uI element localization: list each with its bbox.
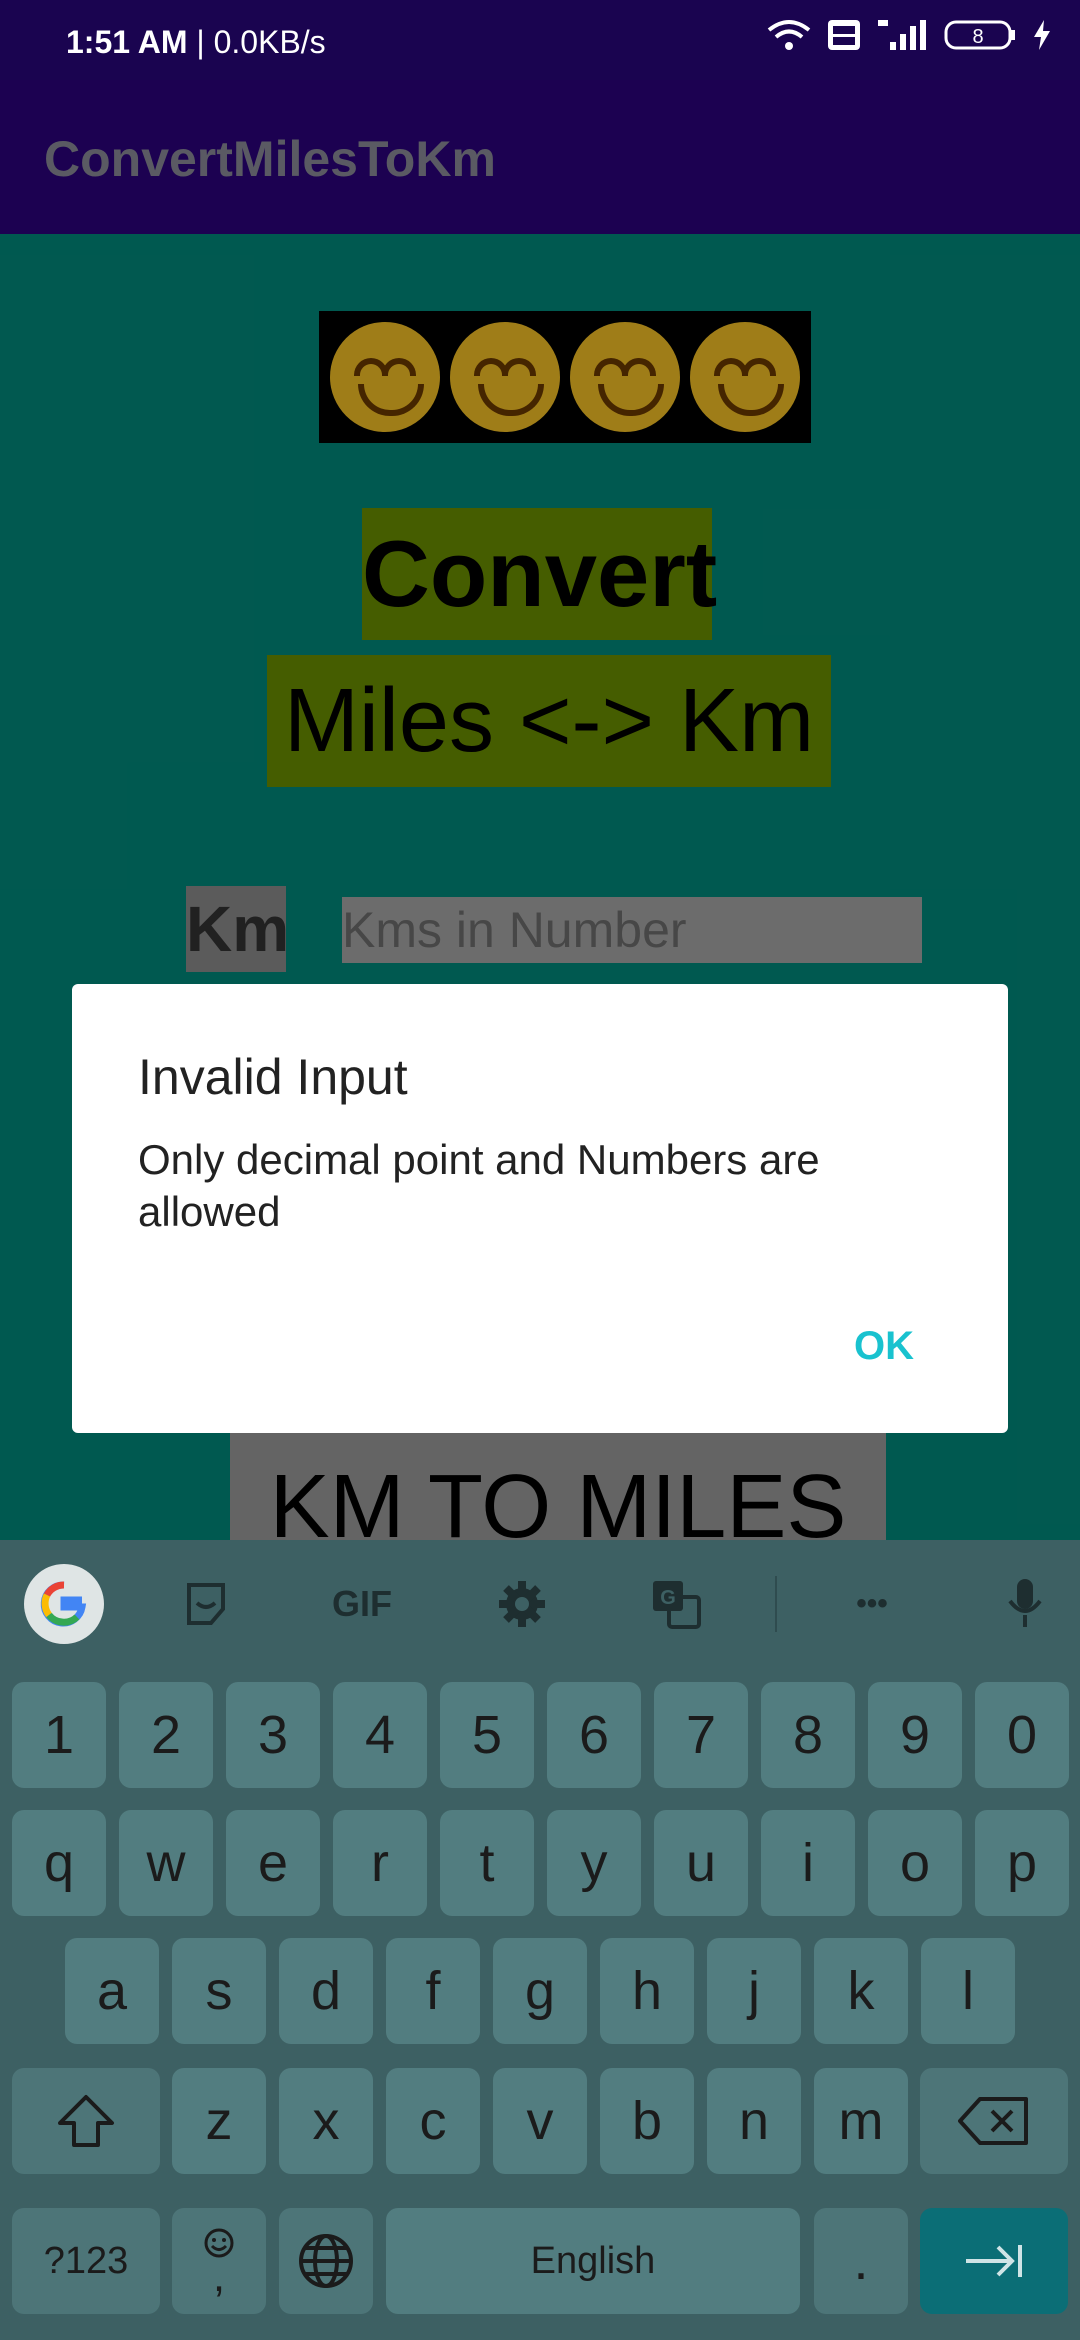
key-s[interactable]: s <box>172 1938 266 2044</box>
key-y[interactable]: y <box>547 1810 641 1916</box>
charging-icon <box>1034 20 1050 50</box>
key-m[interactable]: m <box>814 2068 908 2174</box>
key-p[interactable]: p <box>975 1810 1069 1916</box>
key-5[interactable]: 5 <box>440 1682 534 1788</box>
language-key[interactable] <box>279 2208 373 2314</box>
comma-label: , <box>212 2252 226 2301</box>
key-7[interactable]: 7 <box>654 1682 748 1788</box>
key-a[interactable]: a <box>65 1938 159 2044</box>
key-f[interactable]: f <box>386 1938 480 2044</box>
battery-level: 8 <box>972 26 983 48</box>
key-t[interactable]: t <box>440 1810 534 1916</box>
dialog-message: Only decimal point and Numbers are allow… <box>138 1136 820 1235</box>
keyboard: GIF G ••• 1 2 3 4 5 6 7 8 9 0 q w e r t … <box>0 1540 1080 2340</box>
key-w[interactable]: w <box>119 1810 213 1916</box>
dialog-ok-button[interactable]: OK <box>854 1324 914 1369</box>
status-icons: 8 <box>766 18 1052 52</box>
microphone-icon[interactable] <box>990 1568 1060 1640</box>
svg-text:G: G <box>660 1587 676 1609</box>
key-r[interactable]: r <box>333 1810 427 1916</box>
key-x[interactable]: x <box>279 2068 373 2174</box>
key-1[interactable]: 1 <box>12 1682 106 1788</box>
shift-icon <box>58 2095 114 2147</box>
backspace-icon <box>958 2097 1028 2145</box>
shift-key[interactable] <box>12 2068 160 2174</box>
settings-gear-icon[interactable] <box>486 1568 558 1640</box>
key-6[interactable]: 6 <box>547 1682 641 1788</box>
key-j[interactable]: j <box>707 1938 801 2044</box>
next-arrow-icon <box>966 2245 1022 2277</box>
network-speed: | 0.0KB/s <box>196 24 326 60</box>
globe-icon <box>299 2234 353 2288</box>
key-d[interactable]: d <box>279 1938 373 2044</box>
backspace-key[interactable] <box>920 2068 1068 2174</box>
keyboard-toolbar: GIF G ••• <box>0 1540 1080 1668</box>
period-key[interactable]: . <box>814 2208 908 2314</box>
key-i[interactable]: i <box>761 1810 855 1916</box>
wifi-icon <box>767 20 811 50</box>
key-h[interactable]: h <box>600 1938 694 2044</box>
volte-icon <box>828 20 860 50</box>
key-k[interactable]: k <box>814 1938 908 2044</box>
key-g[interactable]: g <box>493 1938 587 2044</box>
battery-icon: 8 <box>944 20 1015 50</box>
symbols-key[interactable]: ?123 <box>12 2208 160 2314</box>
enter-key[interactable] <box>920 2208 1068 2314</box>
key-e[interactable]: e <box>226 1810 320 1916</box>
status-bar: 1:51 AM | 0.0KB/s 8 <box>0 0 1080 80</box>
key-u[interactable]: u <box>654 1810 748 1916</box>
toolbar-divider <box>775 1576 777 1632</box>
key-o[interactable]: o <box>868 1810 962 1916</box>
key-4[interactable]: 4 <box>333 1682 427 1788</box>
key-n[interactable]: n <box>707 2068 801 2174</box>
key-3[interactable]: 3 <box>226 1682 320 1788</box>
key-v[interactable]: v <box>493 2068 587 2174</box>
dialog-title: Invalid Input <box>138 1049 408 1105</box>
key-q[interactable]: q <box>12 1810 106 1916</box>
sticker-icon[interactable] <box>170 1568 242 1640</box>
key-c[interactable]: c <box>386 2068 480 2174</box>
key-z[interactable]: z <box>172 2068 266 2174</box>
key-8[interactable]: 8 <box>761 1682 855 1788</box>
key-b[interactable]: b <box>600 2068 694 2174</box>
gif-button[interactable]: GIF <box>320 1568 404 1640</box>
emoji-comma-key[interactable]: , <box>172 2208 266 2314</box>
translate-icon[interactable]: G <box>640 1568 712 1640</box>
more-options-button[interactable]: ••• <box>832 1568 912 1640</box>
key-l[interactable]: l <box>921 1938 1015 2044</box>
google-icon[interactable] <box>24 1564 104 1644</box>
key-0[interactable]: 0 <box>975 1682 1069 1788</box>
space-bar[interactable]: English <box>386 2208 800 2314</box>
status-time: 1:51 AM | 0.0KB/s <box>66 24 326 60</box>
key-2[interactable]: 2 <box>119 1682 213 1788</box>
invalid-input-dialog: Invalid Input Only decimal point and Num… <box>72 984 1008 1433</box>
signal-4g-icon <box>878 20 926 50</box>
key-9[interactable]: 9 <box>868 1682 962 1788</box>
